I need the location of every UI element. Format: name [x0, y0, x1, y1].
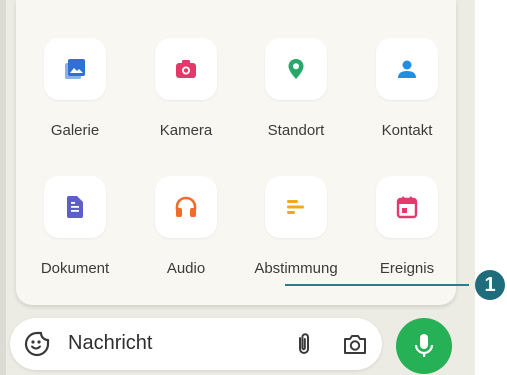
- location-icon: [288, 59, 304, 79]
- event-tile: [376, 176, 438, 238]
- phone-screen: Galerie Kamera Standort Kontakt Dokument…: [0, 0, 475, 375]
- callout-badge: 1: [475, 270, 505, 300]
- attach-poll-label: Abstimmung: [254, 260, 338, 277]
- composer-camera-icon[interactable]: [342, 332, 368, 356]
- poll-icon: [287, 200, 304, 214]
- document-tile: [44, 176, 106, 238]
- sticker-emoji-icon[interactable]: [24, 331, 50, 357]
- contact-tile: [376, 38, 438, 100]
- attach-audio-label: Audio: [166, 260, 206, 277]
- attach-paperclip-icon[interactable]: [292, 331, 316, 357]
- attachment-menu: Galerie Kamera Standort Kontakt Dokument…: [16, 0, 456, 305]
- attach-audio[interactable]: Audio: [137, 176, 235, 292]
- location-tile: [265, 38, 327, 100]
- calendar-icon: [396, 196, 418, 219]
- attach-contact[interactable]: Kontakt: [358, 38, 456, 154]
- attach-gallery-label: Galerie: [50, 122, 100, 139]
- attach-camera[interactable]: Kamera: [137, 38, 235, 154]
- microphone-icon: [414, 334, 434, 357]
- attach-contact-label: Kontakt: [381, 122, 433, 139]
- message-composer: Nachricht: [10, 318, 382, 370]
- gallery-icon: [65, 59, 85, 79]
- message-input[interactable]: Nachricht: [68, 332, 152, 355]
- attach-document-label: Dokument: [40, 260, 110, 277]
- camera-tile: [155, 38, 217, 100]
- gallery-tile: [44, 38, 106, 100]
- attach-location[interactable]: Standort: [247, 38, 345, 154]
- callout-line: [285, 284, 469, 286]
- document-icon: [67, 196, 83, 218]
- attach-poll[interactable]: Abstimmung: [247, 176, 345, 292]
- attach-event[interactable]: Ereignis: [358, 176, 456, 292]
- attach-location-label: Standort: [267, 122, 325, 139]
- attach-camera-label: Kamera: [159, 122, 213, 139]
- poll-tile: [265, 176, 327, 238]
- attach-event-label: Ereignis: [379, 260, 435, 277]
- headphones-icon: [175, 196, 197, 217]
- camera-icon: [176, 60, 196, 78]
- attach-gallery[interactable]: Galerie: [26, 38, 124, 154]
- attach-document[interactable]: Dokument: [26, 176, 124, 292]
- contact-icon: [398, 60, 416, 78]
- voice-message-button[interactable]: [396, 318, 452, 374]
- audio-tile: [155, 176, 217, 238]
- screen-edge: [0, 0, 6, 375]
